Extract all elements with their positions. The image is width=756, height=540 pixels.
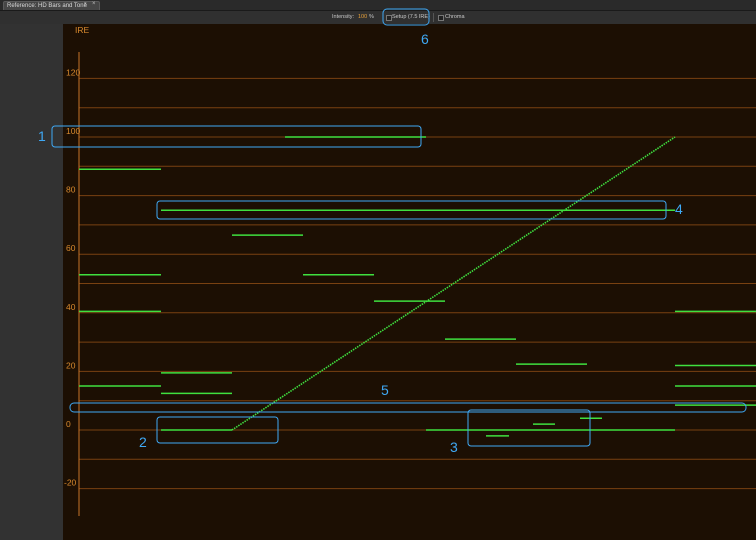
intensity-label: Intensity:: [332, 14, 355, 20]
toolbar-divider: [433, 13, 434, 22]
intensity-value[interactable]: 100: [358, 14, 367, 21]
tab-title: Reference: HD Bars and Tone: [7, 3, 87, 9]
waveform-scope: IRE 120 100 80 60 40 20 0 -20: [63, 24, 756, 540]
ire-tick-label: 80: [66, 185, 76, 195]
tab-close-icon[interactable]: ×: [92, 0, 96, 8]
ire-tick-labels: 120 100 80 60 40 20 0 -20: [64, 67, 80, 487]
ire-axis-label: IRE: [75, 25, 90, 35]
ire-tick-label: 0: [66, 419, 71, 429]
ire-tick-label: 20: [66, 360, 76, 370]
waveform-plot: IRE 120 100 80 60 40 20 0 -20: [64, 25, 756, 516]
tab-menu-icon[interactable]: ▾: [84, 1, 87, 7]
ire-tick-label: 60: [66, 243, 76, 253]
annotation-number-1: 1: [38, 128, 46, 144]
scope-toolbar: Intensity: 100 % Setup (7.5 IRE) Chroma: [0, 11, 756, 24]
graticule: [79, 77, 756, 490]
panel-tab-bar: Reference: HD Bars and Tone ▾ ×: [0, 0, 756, 11]
waveform-traces: [79, 136, 756, 437]
ire-tick-label: 120: [66, 67, 80, 77]
chroma-label[interactable]: Chroma: [445, 14, 465, 21]
ire-tick-label: 100: [66, 126, 80, 136]
intensity-unit: %: [369, 14, 374, 20]
ire-tick-label: -20: [64, 478, 77, 488]
ire-tick-label: 40: [66, 302, 76, 312]
chroma-checkbox[interactable]: [438, 15, 444, 21]
setup-label[interactable]: Setup (7.5 IRE): [392, 14, 430, 21]
